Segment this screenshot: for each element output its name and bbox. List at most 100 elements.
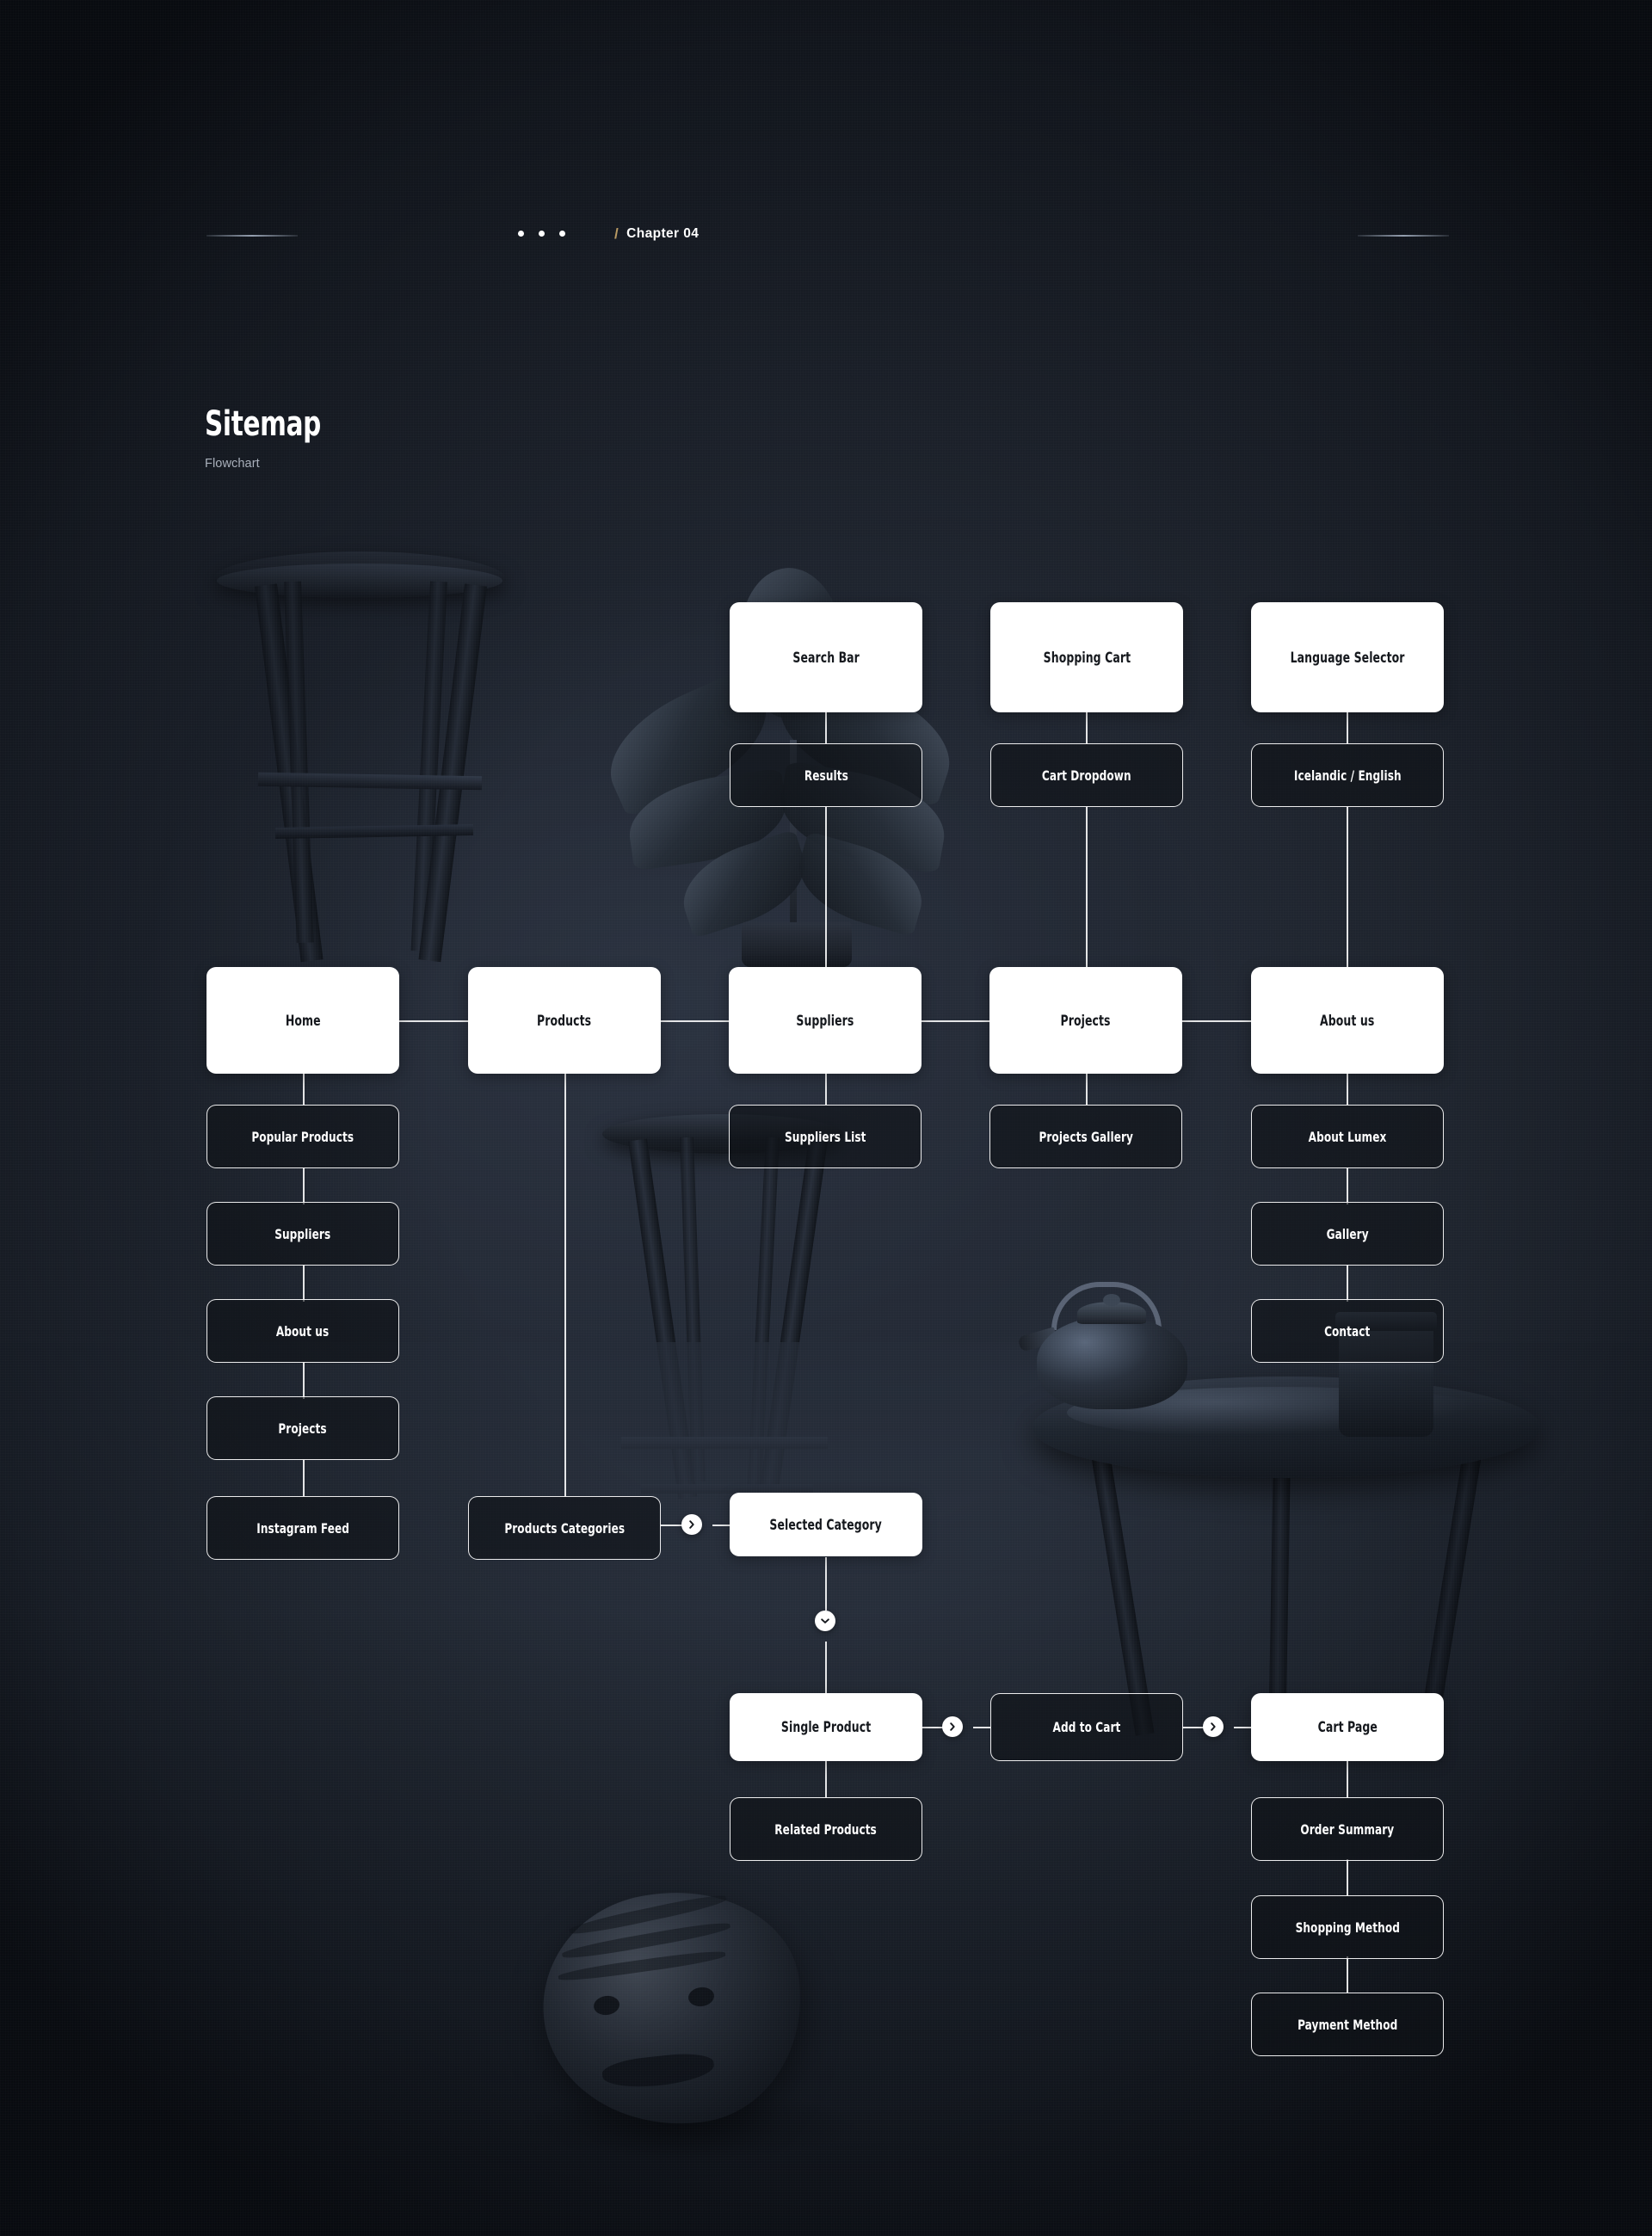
node-cart-dropdown[interactable]: Cart Dropdown <box>990 743 1183 807</box>
chapter-label: Chapter 04 <box>626 226 700 241</box>
node-label: Home <box>285 1012 321 1029</box>
node-related-products[interactable]: Related Products <box>730 1797 922 1861</box>
node-label: Popular Products <box>251 1128 354 1145</box>
header-rule-right <box>1358 235 1449 237</box>
connector-selected-to-chevron <box>825 1557 827 1611</box>
node-products-categories[interactable]: Products Categories <box>468 1496 661 1560</box>
chevron-right-icon[interactable] <box>681 1514 702 1535</box>
page-subtitle: Flowchart <box>205 457 260 471</box>
connector-cartdrop-projects <box>1086 807 1088 973</box>
node-label: Projects <box>1060 1012 1112 1029</box>
node-home-projects[interactable]: Projects <box>206 1396 399 1460</box>
connector-projects-gallery <box>1086 1069 1088 1105</box>
node-about-lumex[interactable]: About Lumex <box>1251 1105 1444 1168</box>
node-products[interactable]: Products <box>468 967 661 1074</box>
connector-home-child <box>303 1168 305 1204</box>
connector-suppliers-projects <box>922 1020 990 1022</box>
node-label: Suppliers <box>796 1012 854 1029</box>
connector-language-options <box>1347 712 1348 743</box>
slide-content: / Chapter 04 Sitemap Flowchart Search Ba… <box>0 0 1652 2236</box>
page-title: Sitemap <box>205 404 321 444</box>
node-suppliers-list[interactable]: Suppliers List <box>729 1105 922 1168</box>
node-shopping-method[interactable]: Shopping Method <box>1251 1895 1444 1959</box>
connector-projects-about <box>1182 1020 1251 1022</box>
node-add-to-cart[interactable]: Add to Cart <box>990 1693 1183 1761</box>
node-label: Suppliers <box>274 1225 331 1242</box>
connector-about-child <box>1347 1266 1348 1302</box>
node-label: About us <box>1320 1012 1375 1029</box>
node-label: Instagram Feed <box>256 1519 349 1537</box>
connector-product-related <box>825 1761 827 1797</box>
chevron-right-icon[interactable] <box>942 1716 963 1737</box>
connector-home-child <box>303 1363 305 1399</box>
node-label: Contact <box>1324 1322 1371 1340</box>
node-single-product[interactable]: Single Product <box>730 1693 922 1761</box>
node-label: Shopping Cart <box>1043 649 1131 666</box>
connector-cart-dropdown <box>1086 712 1088 743</box>
connector-chevron-to-product <box>825 1642 827 1693</box>
node-label: Projects <box>278 1420 328 1437</box>
node-search-bar[interactable]: Search Bar <box>730 602 922 712</box>
connector-home-child <box>303 1069 305 1105</box>
chapter-indicator: / Chapter 04 <box>614 225 699 243</box>
node-cart-page[interactable]: Cart Page <box>1251 1693 1444 1761</box>
header-dot <box>559 231 565 237</box>
node-label: Search Bar <box>792 649 860 666</box>
node-suppliers[interactable]: Suppliers <box>729 967 922 1074</box>
node-home-about-us[interactable]: About us <box>206 1299 399 1363</box>
node-home-suppliers[interactable]: Suppliers <box>206 1202 399 1266</box>
header-dots <box>518 231 565 237</box>
node-payment-method[interactable]: Payment Method <box>1251 1993 1444 2056</box>
connector-products-suppliers <box>660 1020 729 1022</box>
node-label: Suppliers List <box>784 1128 866 1145</box>
node-label: Products <box>537 1012 592 1029</box>
chevron-right-icon[interactable] <box>1203 1716 1224 1737</box>
node-projects-gallery[interactable]: Projects Gallery <box>989 1105 1182 1168</box>
chapter-slash: / <box>614 225 620 242</box>
node-instagram-feed[interactable]: Instagram Feed <box>206 1496 399 1560</box>
node-label: Order Summary <box>1300 1820 1395 1838</box>
connector-addcart-cartpage-b <box>1234 1727 1251 1728</box>
node-label: Icelandic / English <box>1293 767 1402 784</box>
slide-root: / Chapter 04 Sitemap Flowchart Search Ba… <box>0 0 1652 2236</box>
node-label: Projects Gallery <box>1039 1128 1133 1145</box>
connector-cart-checkout <box>1347 1761 1348 1797</box>
connector-cart-checkout <box>1347 1859 1348 1895</box>
node-label: Shopping Method <box>1295 1919 1400 1936</box>
node-label: Add to Cart <box>1052 1719 1121 1735</box>
header-rule-left <box>206 235 298 237</box>
node-label: Gallery <box>1326 1225 1369 1242</box>
node-popular-products[interactable]: Popular Products <box>206 1105 399 1168</box>
node-icelandic-english[interactable]: Icelandic / English <box>1251 743 1444 807</box>
connector-categories-selected-b <box>712 1525 730 1526</box>
connector-results-suppliers <box>825 807 827 973</box>
node-label: Selected Category <box>769 1516 883 1533</box>
node-label: Results <box>804 767 848 784</box>
node-home[interactable]: Home <box>206 967 399 1074</box>
node-language-selector[interactable]: Language Selector <box>1251 602 1444 712</box>
node-results[interactable]: Results <box>730 743 922 807</box>
connector-lang-about <box>1347 807 1348 973</box>
connector-about-child <box>1347 1168 1348 1204</box>
connector-home-products <box>399 1020 468 1022</box>
node-shopping-cart[interactable]: Shopping Cart <box>990 602 1183 712</box>
node-gallery[interactable]: Gallery <box>1251 1202 1444 1266</box>
node-about-us[interactable]: About us <box>1251 967 1444 1074</box>
node-projects[interactable]: Projects <box>989 967 1182 1074</box>
connector-about-child <box>1347 1069 1348 1105</box>
node-contact[interactable]: Contact <box>1251 1299 1444 1363</box>
connector-cart-checkout <box>1347 1956 1348 1993</box>
node-label: Cart Dropdown <box>1042 767 1131 784</box>
connector-product-addcart-b <box>973 1727 990 1728</box>
node-label: About Lumex <box>1308 1128 1387 1145</box>
node-selected-category[interactable]: Selected Category <box>730 1493 922 1556</box>
connector-home-child <box>303 1266 305 1302</box>
node-label: Related Products <box>774 1820 878 1838</box>
chevron-down-icon[interactable] <box>815 1611 835 1631</box>
connector-products-categories <box>564 1069 566 1496</box>
node-order-summary[interactable]: Order Summary <box>1251 1797 1444 1861</box>
connector-search-results <box>825 712 827 743</box>
connector-home-child <box>303 1460 305 1496</box>
node-label: Single Product <box>780 1719 872 1735</box>
header-dot <box>518 231 524 237</box>
